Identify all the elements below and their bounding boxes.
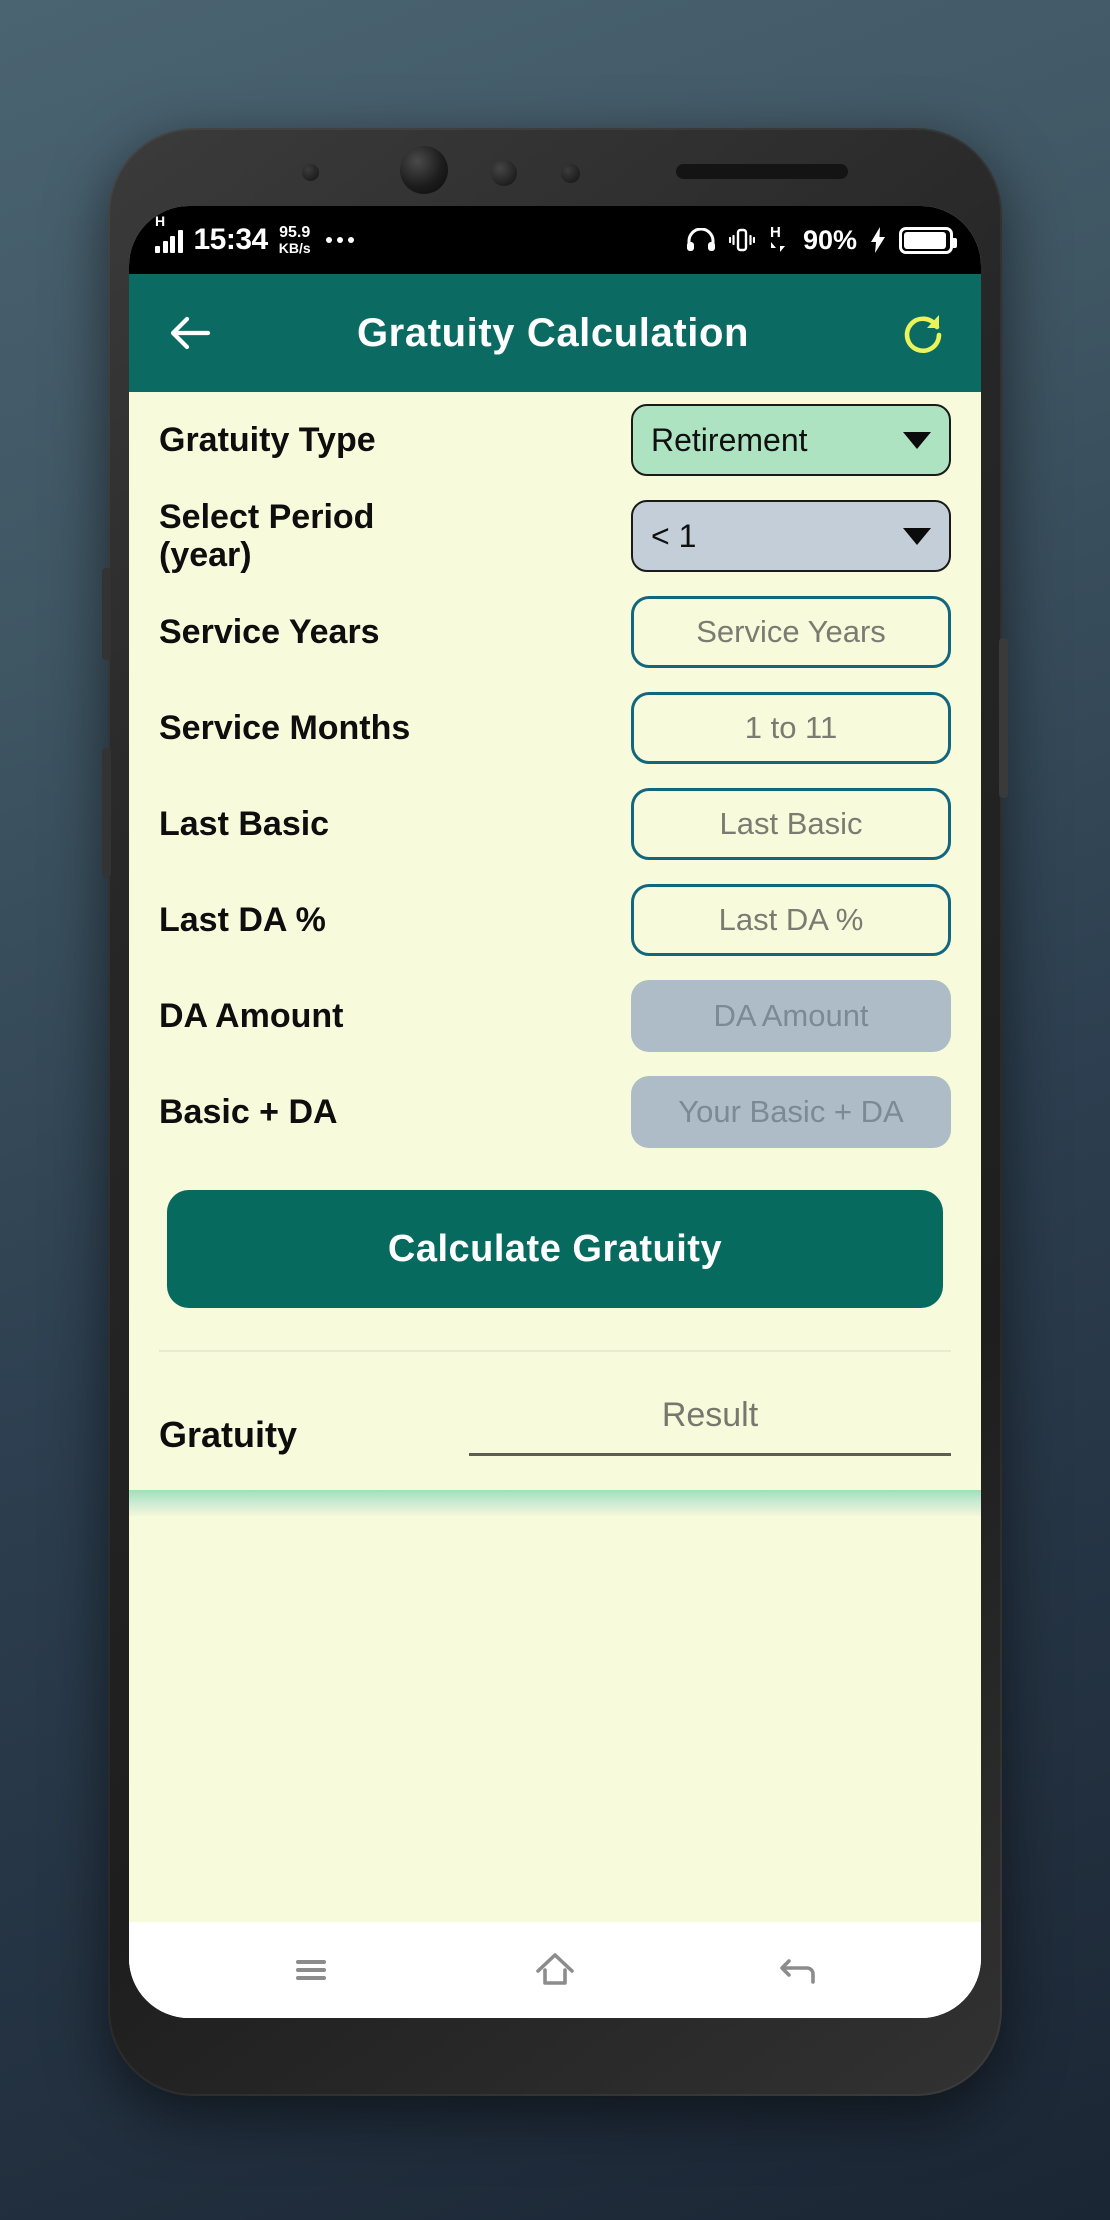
label-gratuity-type: Gratuity Type: [159, 420, 376, 459]
form-row-last-basic: Last Basic Last Basic: [159, 776, 951, 872]
volume-up-button[interactable]: [102, 568, 111, 660]
light-sensor-icon: [561, 164, 580, 183]
signal-bars-icon: H: [155, 214, 183, 253]
label-basic-plus-da: Basic + DA: [159, 1092, 338, 1131]
last-da-percent-input[interactable]: Last DA %: [631, 884, 951, 956]
refresh-icon[interactable]: [899, 309, 947, 357]
form-row-basic-plus-da: Basic + DA Your Basic + DA: [159, 1064, 951, 1160]
lightning-bolt-icon: [871, 227, 885, 253]
calculate-gratuity-button[interactable]: Calculate Gratuity: [167, 1190, 943, 1308]
data-type-label: H: [769, 224, 781, 241]
back-button[interactable]: [770, 1941, 828, 1999]
result-row: Gratuity Result: [159, 1352, 951, 1456]
form-row-service-months: Service Months 1 to 11: [159, 680, 951, 776]
network-type-label: H: [155, 213, 166, 229]
app-bar: Gratuity Calculation: [129, 274, 981, 392]
chevron-down-icon: [903, 527, 931, 545]
label-service-years: Service Years: [159, 612, 380, 651]
menu-icon: [296, 1960, 326, 1980]
label-last-basic: Last Basic: [159, 804, 330, 843]
headphones-icon: [686, 228, 715, 251]
home-button[interactable]: [526, 1941, 584, 1999]
gratuity-result-field[interactable]: Result: [469, 1396, 951, 1456]
recents-button[interactable]: [282, 1941, 340, 1999]
section-highlight-strip: [129, 1490, 981, 1516]
data-connection-icon: H: [768, 224, 790, 254]
phone-device-frame: H 15:34 95.9 KB/s H 90% Gratuity Calcula…: [102, 128, 1008, 2096]
label-da-amount: DA Amount: [159, 996, 344, 1035]
status-bar-clock: 15:34: [193, 223, 269, 256]
battery-icon: [899, 226, 957, 254]
proximity-sensor-icon: [302, 164, 319, 181]
form-row-select-period: Select Period (year) < 1: [159, 488, 951, 584]
power-button[interactable]: [999, 638, 1008, 798]
status-bar: H 15:34 95.9 KB/s H 90%: [129, 206, 981, 274]
service-years-input[interactable]: Service Years: [631, 596, 951, 668]
label-gratuity-result: Gratuity: [159, 1414, 298, 1455]
form-row-last-da-percent: Last DA % Last DA %: [159, 872, 951, 968]
gratuity-type-dropdown[interactable]: Retirement: [631, 404, 951, 476]
da-amount-input: DA Amount: [631, 980, 951, 1052]
content-bottom-spacer: [129, 1802, 981, 1922]
back-icon: [780, 1959, 815, 1984]
vibrate-icon: [728, 228, 755, 252]
select-period-dropdown[interactable]: < 1: [631, 500, 951, 572]
secondary-camera-icon: [491, 160, 517, 186]
label-select-period: Select Period (year): [159, 497, 375, 574]
last-basic-input[interactable]: Last Basic: [631, 788, 951, 860]
page-title: Gratuity Calculation: [356, 310, 750, 355]
select-period-value: < 1: [651, 517, 697, 554]
form-row-gratuity-type: Gratuity Type Retirement: [159, 392, 951, 488]
network-speed-unit: KB/s: [278, 240, 311, 257]
battery-percent-label: 90%: [802, 224, 857, 255]
basic-plus-da-input: Your Basic + DA: [631, 1076, 951, 1148]
status-bar-right: H 90%: [686, 224, 957, 256]
gratuity-type-value: Retirement: [651, 421, 808, 458]
network-speed-indicator: 95.9 KB/s: [278, 223, 311, 257]
system-navigation-bar: [129, 1922, 981, 2018]
label-last-da-percent: Last DA %: [159, 900, 326, 939]
service-months-input[interactable]: 1 to 11: [631, 692, 951, 764]
chevron-down-icon: [903, 431, 931, 449]
label-service-months: Service Months: [159, 708, 411, 747]
home-icon: [536, 1953, 574, 1985]
phone-screen: H 15:34 95.9 KB/s H 90% Gratuity Calcula…: [129, 206, 981, 2018]
network-speed-value: 95.9: [279, 223, 311, 241]
form-content: Gratuity Type Retirement Select Period (…: [129, 392, 981, 2018]
earpiece-speaker: [676, 164, 848, 179]
status-bar-left: H 15:34 95.9 KB/s: [155, 214, 354, 257]
front-camera-icon: [400, 146, 448, 194]
volume-down-button[interactable]: [102, 748, 111, 878]
form-row-service-years: Service Years Service Years: [159, 584, 951, 680]
more-dots-icon: [325, 237, 354, 243]
form-row-da-amount: DA Amount DA Amount: [159, 968, 951, 1064]
